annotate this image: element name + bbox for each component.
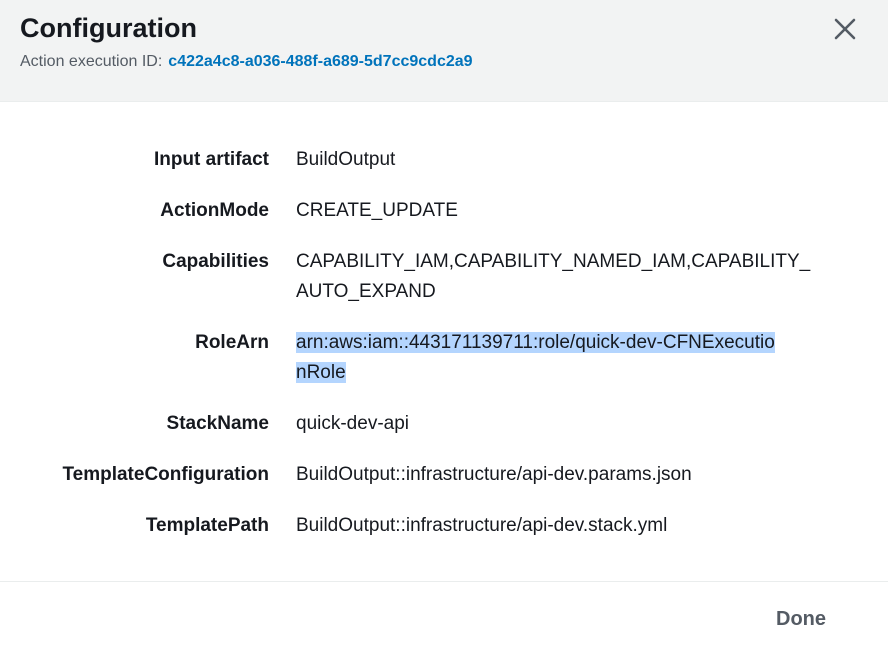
modal-footer: Done [0,582,888,654]
configuration-details: Input artifact BuildOutput ActionMode CR… [0,102,888,582]
close-icon [834,18,856,40]
config-value: quick-dev-api [296,413,409,434]
config-value-selected[interactable]: arn:aws:iam::443171139711:role/quick-dev… [296,328,844,388]
config-value-line: nRole [296,362,346,383]
done-button[interactable]: Done [762,602,840,636]
action-execution-id: Action execution ID: c422a4c8-a036-488f-a… [20,50,473,74]
config-label: Capabilities [162,251,269,272]
config-label: Input artifact [153,149,269,170]
config-label: TemplatePath [145,515,269,536]
config-label: RoleArn [195,332,269,353]
execution-id-link[interactable]: c422a4c8-a036-488f-a689-5d7cc9cdc2a9 [168,53,472,70]
config-value: CREATE_UPDATE [296,200,458,221]
configuration-modal: Configuration Action execution ID: c422a4… [0,0,888,654]
close-button[interactable] [830,14,860,44]
config-value: BuildOutput::infrastructure/api-dev.para… [296,464,692,485]
config-value-line: AUTO_EXPAND [296,281,436,302]
config-value-line: arn:aws:iam::443171139711:role/quick-dev… [296,332,775,353]
config-value: BuildOutput [296,149,396,170]
config-label: TemplateConfiguration [62,464,269,485]
modal-title: Configuration [20,13,197,43]
config-label: ActionMode [160,200,269,221]
config-value: BuildOutput::infrastructure/api-dev.stac… [296,515,668,536]
config-value: CAPABILITY_IAM,CAPABILITY_NAMED_IAM,CAPA… [296,247,844,307]
execution-id-label: Action execution ID: [20,53,163,70]
config-label: StackName [166,413,269,434]
config-value-line: CAPABILITY_IAM,CAPABILITY_NAMED_IAM,CAPA… [296,251,811,272]
modal-header: Configuration Action execution ID: c422a4… [0,0,888,102]
